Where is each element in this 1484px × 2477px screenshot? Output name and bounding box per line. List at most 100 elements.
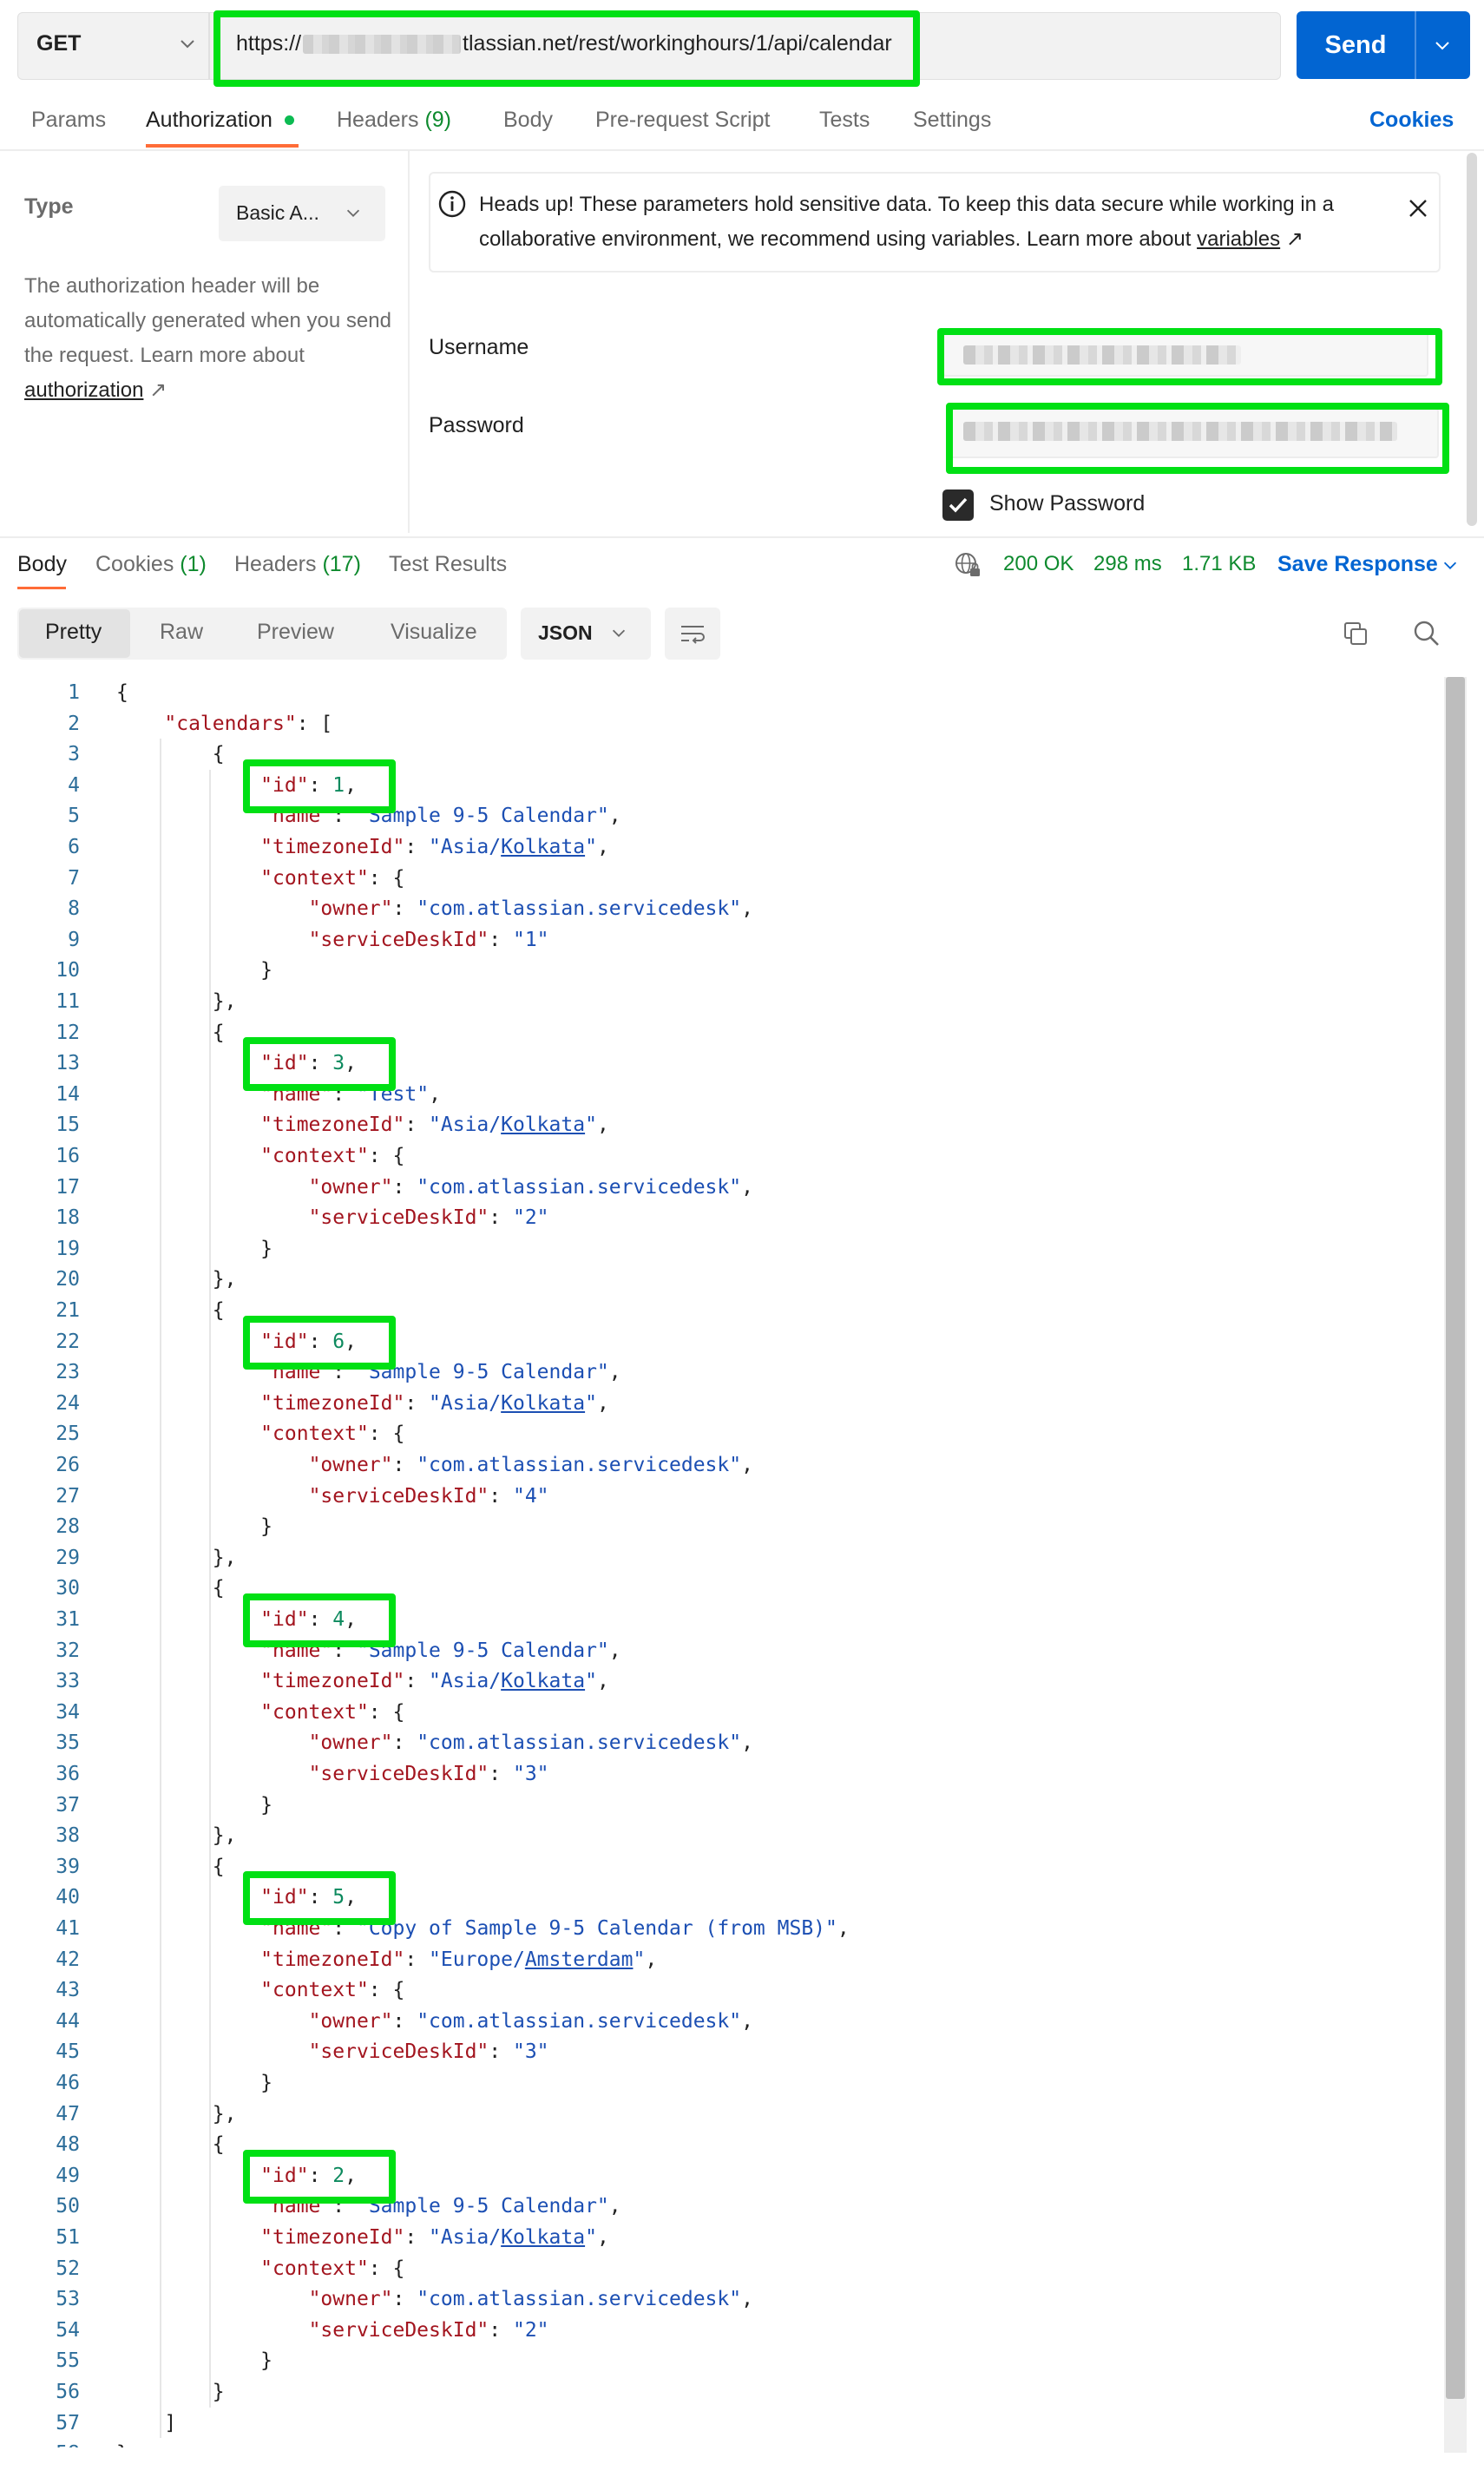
view-preview[interactable]: Preview [257,620,334,645]
json-line: 26 "owner": "com.atlassian.servicedesk", [0,1449,1441,1481]
tab-pre-request-script[interactable]: Pre-request Script [595,108,770,133]
response-divider [0,536,1484,538]
chevron-down-icon[interactable] [177,33,198,54]
tab-headers[interactable]: Headers (9) [337,108,451,133]
chevron-down-icon[interactable] [1441,555,1460,575]
tab-settings[interactable]: Settings [913,108,991,133]
highlight-calendar-id [243,1037,396,1092]
send-button[interactable]: Send [1297,11,1415,79]
line-number: 58 [0,2438,80,2447]
code-scrollbar-thumb[interactable] [1446,677,1465,2399]
wrap-lines-icon [681,626,705,644]
json-line: 48 { [0,2129,1441,2160]
cookies-link[interactable]: Cookies [1369,108,1454,133]
line-number: 10 [56,959,80,982]
method-select[interactable]: GET [36,31,81,56]
line-content: } [116,1515,273,1539]
json-line: 32 "name": "Sample 9-5 Calendar", [0,1635,1441,1666]
line-number: 14 [56,1082,80,1106]
panel-scrollbar[interactable] [1467,153,1477,526]
line-number: 22 [56,1330,80,1353]
json-line: 52 "context": { [0,2253,1441,2284]
authorization-link[interactable]: authorization [24,378,143,402]
json-line: 43 "context": { [0,1974,1441,2006]
search-icon[interactable] [1411,618,1442,649]
json-line: 14 "name": "Test", [0,1079,1441,1110]
auth-type-value: Basic A... [236,201,319,224]
view-visualize[interactable]: Visualize [391,620,477,645]
response-size[interactable]: 1.71 KB [1182,552,1256,576]
json-line: 7 "context": { [0,863,1441,894]
json-line: 34 "context": { [0,1697,1441,1728]
status-code[interactable]: 200 OK [1003,552,1074,576]
json-line: 25 "context": { [0,1418,1441,1449]
line-number: 48 [56,2133,80,2157]
line-content: } [116,1793,273,1817]
username-label: Username [429,335,529,359]
line-number: 11 [56,990,80,1013]
highlight-calendar-id [243,759,396,813]
tab-params[interactable]: Params [31,108,106,133]
resp-tab-cookies[interactable]: Cookies (1) [95,552,207,577]
close-icon[interactable] [1406,196,1430,220]
line-content: "timezoneId": "Asia/Kolkata", [260,836,609,858]
line-number: 34 [56,1700,80,1724]
format-value: JSON [538,621,593,644]
json-line: 17 "owner": "com.atlassian.servicedesk", [0,1172,1441,1203]
calendar-id-line: 22 "id": 6, [0,1326,1441,1357]
line-number: 30 [56,1577,80,1600]
line-number: 8 [68,897,80,921]
resp-tab-headers[interactable]: Headers (17) [234,552,361,577]
chevron-down-icon[interactable] [344,203,363,222]
line-content: } [116,959,273,982]
line-number: 45 [56,2040,80,2064]
json-line: 16 "context": { [0,1140,1441,1172]
line-number: 12 [56,1021,80,1044]
line-number: 41 [56,1917,80,1940]
line-content: "owner": "com.atlassian.servicedesk", [308,1731,753,1755]
view-pretty[interactable]: Pretty [45,620,102,645]
indent-guide [160,739,162,2439]
line-number: 23 [56,1361,80,1384]
tab-body[interactable]: Body [503,108,553,133]
line-number: 29 [56,1546,80,1569]
tab-tests[interactable]: Tests [819,108,870,133]
calendar-id-line: 13 "id": 3, [0,1048,1441,1079]
view-raw[interactable]: Raw [160,620,203,645]
json-line: 23 "name": "Sample 9-5 Calendar", [0,1357,1441,1388]
resp-tab-body[interactable]: Body [17,552,67,577]
indent-guide [208,769,211,2408]
save-response-button[interactable]: Save Response [1277,552,1438,577]
highlight-calendar-id [243,2149,396,2204]
globe-lock-icon[interactable] [953,550,982,580]
variables-link[interactable]: variables [1197,227,1280,251]
response-time[interactable]: 298 ms [1093,552,1162,576]
chevron-down-icon[interactable] [609,623,628,642]
json-line: 35 "owner": "com.atlassian.servicedesk", [0,1727,1441,1758]
line-number: 20 [56,1268,80,1291]
line-number: 43 [56,1979,80,2002]
auth-active-dot [285,115,294,125]
tab-authorization[interactable]: Authorization [146,108,273,133]
json-line: 30 { [0,1573,1441,1604]
line-content: }, [116,2102,237,2125]
line-number: 55 [56,2349,80,2373]
check-icon [949,497,968,513]
line-content: } [116,1237,273,1260]
line-number: 26 [56,1454,80,1476]
response-body-code[interactable]: 1{2 "calendars": [3 {4 "id": 1, 5 "name":… [0,677,1441,2447]
send-options-chevron-icon[interactable] [1432,35,1453,56]
copy-icon[interactable] [1342,620,1369,647]
json-line: 28 } [0,1511,1441,1542]
json-line: 50 "name": "Sample 9-5 Calendar", [0,2191,1441,2222]
line-number: 52 [56,2257,80,2280]
line-number: 6 [68,836,80,858]
resp-tab-test-results[interactable]: Test Results [389,552,507,577]
line-number: 46 [56,2072,80,2094]
line-content: "serviceDeskId": "1" [308,928,549,951]
highlight-calendar-id [243,1315,396,1370]
line-content: "name": "Copy of Sample 9-5 Calendar (fr… [260,1917,850,1940]
resp-active-underline [17,587,66,589]
line-number: 37 [56,1793,80,1817]
line-content: }, [116,1824,237,1848]
